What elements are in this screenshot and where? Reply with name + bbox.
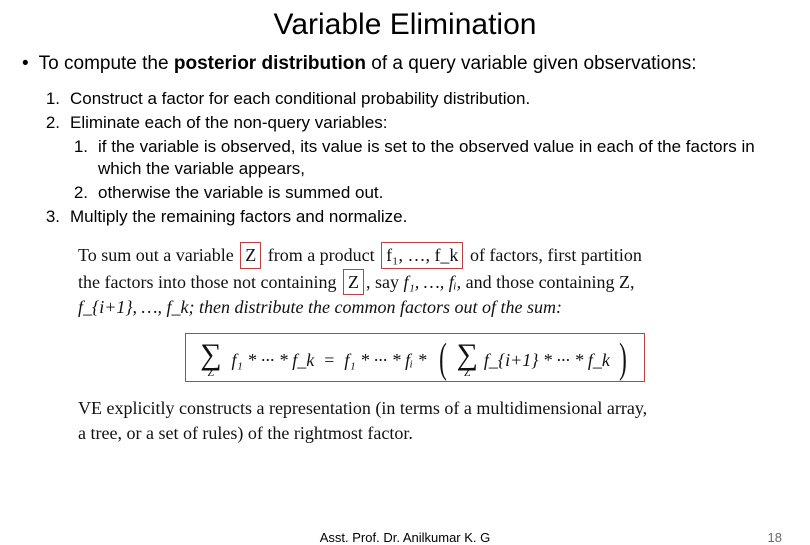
excerpt-line-4: VE explicitly constructs a representatio… (78, 396, 752, 420)
ex-a2: from a product (263, 245, 379, 265)
step-1-text: Construct a factor for each conditional … (70, 88, 530, 110)
ex-b1: the factors into those not containing (78, 272, 341, 292)
sum-rhs: ∑ Z (456, 340, 477, 379)
sigma-icon: ∑ (200, 340, 221, 370)
eq-rhs: f_{i+1} * ··· * f_k (484, 348, 610, 372)
intro-pre: To compute the (39, 53, 174, 74)
page-title: Variable Elimination (18, 8, 792, 42)
boxed-z-1: Z (240, 242, 261, 268)
step-3-num: 3. (44, 206, 70, 228)
substeps-list: 1. if the variable is observed, its valu… (44, 136, 792, 204)
ex-a1: To sum out a variable (78, 245, 238, 265)
ex-b4: and those containing Z, (461, 272, 634, 292)
step-2-text: Eliminate each of the non-query variable… (70, 112, 388, 134)
intro-text: To compute the posterior distribution of… (39, 52, 697, 76)
boxed-z-2: Z (343, 269, 364, 295)
substep-2-num: 2. (72, 182, 98, 204)
ex-b2: , say (366, 272, 404, 292)
excerpt-line-5: a tree, or a set of rules) of the rightm… (78, 421, 752, 445)
page-number: 18 (768, 530, 782, 545)
step-1: 1. Construct a factor for each condition… (44, 88, 792, 110)
excerpt-block: To sum out a variable Z from a product f… (78, 242, 752, 444)
step-3-text: Multiply the remaining factors and norma… (70, 206, 407, 228)
ex-c1: f_{i+1}, …, f_k; then distribute the com… (78, 297, 562, 317)
left-paren-icon: ( (440, 343, 448, 377)
bullet-dot: • (22, 52, 29, 76)
boxed-product: f₁, …, f_k (381, 242, 463, 268)
sigma-icon-2: ∑ (456, 340, 477, 370)
step-2-num: 2. (44, 112, 70, 134)
equation-row: ∑ Z f₁ * ··· * f_k = f₁ * ··· * fᵢ * ( ∑… (78, 333, 752, 382)
excerpt-line-2: the factors into those not containing Z,… (78, 269, 752, 295)
eq-equals: = (324, 348, 334, 372)
substep-1-text: if the variable is observed, its value i… (98, 136, 792, 180)
step-2: 2. Eliminate each of the non-query varia… (44, 112, 792, 134)
substep-1: 1. if the variable is observed, its valu… (72, 136, 792, 180)
eq-mid: f₁ * ··· * fᵢ * (344, 348, 426, 372)
sigma-sub-2: Z (464, 368, 471, 379)
ex-a3: of factors, first partition (465, 245, 641, 265)
substep-1-num: 1. (72, 136, 98, 180)
steps-list: 1. Construct a factor for each condition… (18, 88, 792, 229)
ex-b3: f₁, …, fᵢ, (403, 272, 461, 292)
slide: Variable Elimination • To compute the po… (0, 0, 810, 445)
sigma-sub-1: Z (207, 368, 214, 379)
intro-strong: posterior distribution (174, 53, 366, 74)
eq-paren-group: ( ∑ Z f_{i+1} * ··· * f_k ) (436, 340, 629, 379)
step-1-num: 1. (44, 88, 70, 110)
step-3: 3. Multiply the remaining factors and no… (44, 206, 792, 228)
excerpt-line-1: To sum out a variable Z from a product f… (78, 242, 752, 268)
sum-lhs: ∑ Z (200, 340, 221, 379)
substep-2-text: otherwise the variable is summed out. (98, 182, 383, 204)
eq-lhs: f₁ * ··· * f_k (231, 348, 314, 372)
equation-box: ∑ Z f₁ * ··· * f_k = f₁ * ··· * fᵢ * ( ∑… (185, 333, 645, 382)
substep-2: 2. otherwise the variable is summed out. (72, 182, 792, 204)
right-paren-icon: ) (619, 343, 627, 377)
footer-author: Asst. Prof. Dr. Anilkumar K. G (320, 530, 491, 545)
intro-post: of a query variable given observations: (366, 53, 697, 74)
intro-bullet: • To compute the posterior distribution … (18, 52, 792, 76)
excerpt-line-3: f_{i+1}, …, f_k; then distribute the com… (78, 295, 752, 319)
